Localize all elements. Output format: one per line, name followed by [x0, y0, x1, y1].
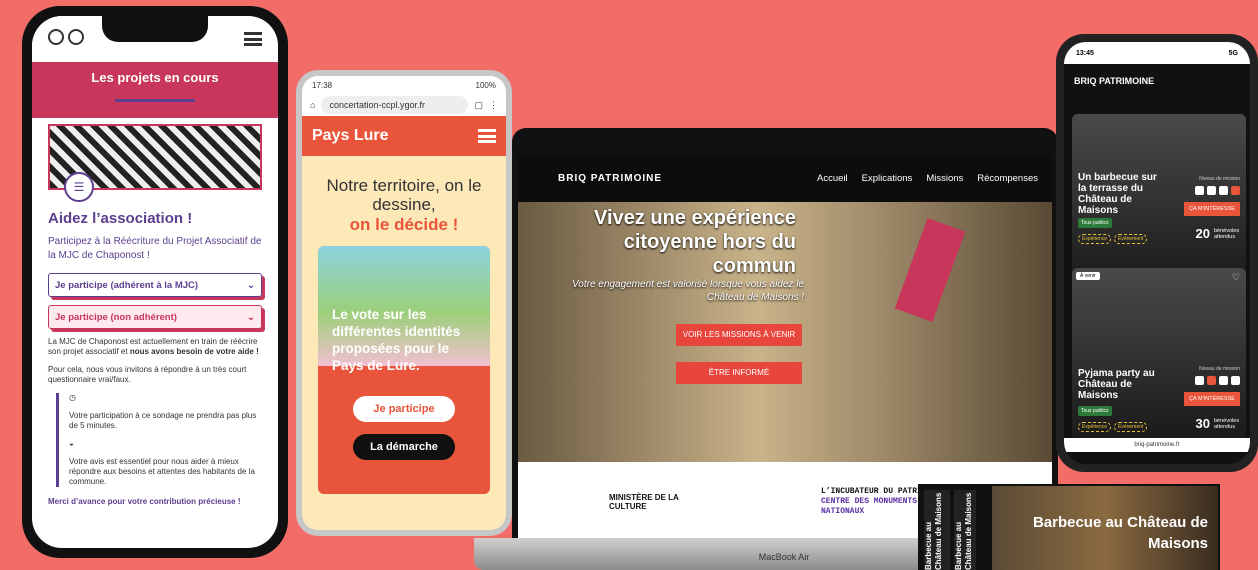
project-subtitle: Participez à la Réécriture du Projet Ass… — [48, 236, 262, 261]
more-icon[interactable]: ⋮ — [489, 100, 498, 111]
interest-button[interactable]: ÇA M’INTÉRESSE — [1184, 392, 1240, 406]
missions-button[interactable]: VOIR LES MISSIONS À VENIR — [676, 324, 802, 346]
phone-pays-lure-screen: 17:38 100% ⌂ concertation-ccpl.ygor.fr ▢ … — [302, 76, 506, 530]
level-label: Niveau de mission — [1199, 366, 1240, 372]
project-image: ☰ — [48, 124, 262, 202]
participate-nonmember-label: Je participe (non adhérent) — [55, 311, 177, 323]
phone-pays-lure: 17:38 100% ⌂ concertation-ccpl.ygor.fr ▢ … — [296, 70, 512, 536]
participate-nonmember-button[interactable]: Je participe (non adhérent) ⌄ — [48, 305, 262, 329]
chevron-down-icon: ⌄ — [247, 311, 255, 323]
intro-bold: nous avons besoin de votre aide ! — [129, 347, 259, 356]
url-bar[interactable]: briq-patrimoine.fr — [1064, 438, 1250, 452]
status-bar: 17:38 100% — [302, 76, 506, 94]
projects-heading: Les projets en cours — [91, 70, 219, 85]
level-dots — [1195, 186, 1240, 195]
upcoming-badge: À venir — [1076, 272, 1100, 280]
phone-briq: 13:45 5G BRIQ PATRIMOINE Un barbecue sur … — [1056, 34, 1258, 472]
level-label: Niveau de mission — [1199, 176, 1240, 182]
projects-band: Les projets en cours — [32, 62, 278, 118]
browser-bar: ⌂ concertation-ccpl.ygor.fr ▢ ⋮ — [302, 94, 506, 116]
user-icon[interactable] — [68, 28, 84, 45]
chat-icon: ☰ — [64, 172, 94, 202]
status-battery: 100% — [475, 80, 496, 90]
phone-briq-screen: 13:45 5G BRIQ PATRIMOINE Un barbecue sur … — [1064, 42, 1250, 464]
site-nav: BRIQ PATRIMOINE Accueil Explications Mis… — [518, 154, 1052, 202]
hero-banner: Vivez une expérience citoyenne hors du c… — [518, 202, 1052, 462]
bubble-icon: ◒ — [69, 439, 74, 448]
phone-mjc: Les projets en cours ☰ Aidez l’associati… — [22, 6, 288, 558]
hero-section: Notre territoire, on le dessine, on le d… — [302, 156, 506, 530]
participate-button[interactable]: Je participe — [353, 396, 455, 422]
flyer-side-title: Barbecue au Château de Maisons — [924, 490, 950, 570]
chip-experience: Expérience — [1078, 422, 1112, 432]
participate-member-button[interactable]: Je participe (adhérent à la MJC) ⌄ — [48, 273, 262, 297]
audience-tag: Tous publics — [1078, 218, 1112, 228]
mission-title: Pyjama party au Château de Maisons — [1078, 368, 1155, 401]
laptop-model: MacBook Air — [758, 552, 810, 562]
list-item-text: Votre participation à ce sondage ne pren… — [69, 411, 257, 430]
nav-missions[interactable]: Missions — [926, 173, 963, 184]
volunteer-count: 20 — [1195, 226, 1210, 241]
home-icon[interactable] — [48, 28, 64, 45]
participate-member-label: Je participe (adhérent à la MJC) — [55, 279, 199, 291]
list-item: ◒ Votre avis est essentiel pour nous aide… — [69, 439, 262, 487]
url-field[interactable]: concertation-ccpl.ygor.fr — [321, 96, 469, 114]
status-signal: 5G — [1228, 49, 1238, 57]
chip-evenement: Événement — [1114, 422, 1148, 432]
tabs-icon[interactable]: ▢ — [474, 100, 483, 111]
ticket-illustration — [894, 218, 966, 322]
phone-mjc-screen: Les projets en cours ☰ Aidez l’associati… — [32, 16, 278, 548]
flyer-title: Barbecue au Château de Maisons — [1032, 514, 1208, 552]
interest-button[interactable]: ÇA M’INTÉRESSE — [1184, 202, 1240, 216]
nav-accueil[interactable]: Accueil — [817, 173, 848, 184]
vote-card: Le vote sur les différentes identités pr… — [318, 246, 490, 494]
site-header: Pays Lure — [302, 116, 506, 156]
mission-card[interactable]: Un barbecue sur la terrasse du Château d… — [1072, 114, 1246, 286]
nav-explications[interactable]: Explications — [862, 173, 913, 184]
nav-links: Accueil Explications Missions Récompense… — [817, 173, 1038, 184]
brand-logo[interactable]: Pays Lure — [312, 127, 388, 145]
phone-notch — [102, 16, 208, 42]
invite-paragraph: Pour cela, nous vous invitons à répondre… — [48, 365, 247, 384]
briq-logo[interactable]: BRIQ PATRIMOINE — [1064, 64, 1250, 106]
chip-evenement: Événement — [1114, 234, 1148, 244]
inform-button[interactable]: ÊTRE INFORMÉ — [676, 362, 802, 384]
list-item: ◷ Votre participation à ce sondage ne pre… — [69, 393, 262, 431]
ministere-logo: MINISTÈRE DE LA CULTURE — [609, 493, 679, 511]
event-flyer: Barbecue au Château de Maisons Barbecue … — [918, 484, 1220, 570]
volunteer-count: 30 — [1195, 416, 1210, 431]
list-item-text: Votre avis est essentiel pour nous aider… — [69, 457, 255, 486]
volunteer-label: bénévoles attendus — [1214, 418, 1240, 430]
level-dots — [1195, 376, 1240, 385]
status-bar: 13:45 5G — [1064, 42, 1250, 64]
intro-paragraph: La MJC de Chaponost est actuellement en … — [48, 337, 262, 357]
audience-tag: Tous publics — [1078, 406, 1112, 416]
chip-experience: Expérience — [1078, 234, 1112, 244]
mission-title: Un barbecue sur la terrasse du Château d… — [1078, 172, 1157, 216]
home-icon[interactable]: ⌂ — [310, 100, 315, 110]
nav-recompenses[interactable]: Récompenses — [977, 173, 1038, 184]
volunteer-label: bénévoles attendus — [1214, 228, 1240, 240]
info-list: ◷ Votre participation à ce sondage ne pre… — [56, 393, 262, 487]
laptop: BRIQ PATRIMOINE Accueil Explications Mis… — [512, 128, 1058, 542]
briq-logo[interactable]: BRIQ PATRIMOINE — [558, 173, 662, 184]
menu-icon[interactable] — [478, 129, 496, 143]
hero-title-emphasis: on le décide ! — [349, 215, 459, 234]
heart-icon[interactable]: ♡ — [1232, 272, 1240, 283]
status-time: 13:45 — [1076, 49, 1094, 57]
clock-icon: ◷ — [69, 393, 76, 402]
menu-icon[interactable] — [244, 32, 262, 46]
thanks-text: Merci d’avance pour votre contribution p… — [48, 497, 241, 506]
hero-title: Notre territoire, on le dessine, — [326, 176, 482, 214]
project-title: Aidez l’association ! — [48, 210, 193, 227]
vote-card-text: Le vote sur les différentes identités pr… — [332, 307, 461, 373]
chevron-down-icon: ⌄ — [247, 279, 255, 291]
mission-card[interactable]: À venir ♡ Pyjama party au Château de Mai… — [1072, 268, 1246, 440]
status-time: 17:38 — [312, 80, 333, 90]
approach-button[interactable]: La démarche — [353, 434, 455, 460]
hero-subtitle: Votre engagement est valorisé lorsque vo… — [572, 279, 804, 303]
flyer-side-title: Barbecue au Château de Maisons — [954, 490, 976, 570]
hero-title: Vivez une expérience citoyenne hors du c… — [594, 207, 796, 277]
heading-underline — [115, 99, 195, 102]
